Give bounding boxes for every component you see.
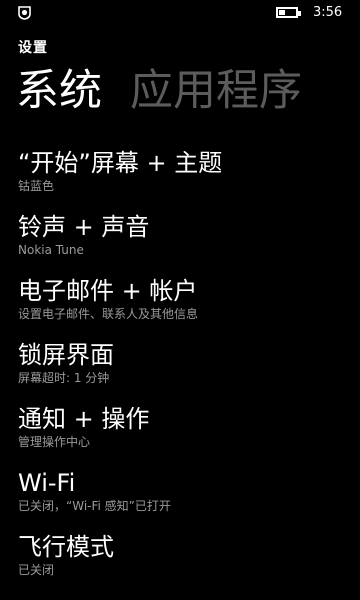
battery-level [279, 10, 285, 15]
status-bar: 3:56 [0, 0, 360, 26]
tab-applications[interactable]: 应用程序 [130, 66, 302, 116]
setting-item-subtitle: 已关闭 [18, 563, 55, 577]
setting-item-lock-screen[interactable]: 锁屏界面 屏幕超时: 1 分钟 [18, 340, 358, 386]
setting-item-title: 铃声 + 声音 [18, 213, 150, 241]
notification-shield-icon [18, 6, 31, 20]
setting-item-subtitle: Nokia Tune [18, 243, 84, 257]
setting-item-title: “开始”屏幕 + 主题 [18, 149, 223, 177]
setting-item-title: 电子邮件 + 帐户 [18, 277, 198, 305]
setting-item-wifi[interactable]: Wi-Fi 已关闭，“Wi-Fi 感知”已打开 [18, 468, 358, 514]
setting-item-airplane-mode[interactable]: 飞行模式 已关闭 [18, 532, 358, 578]
setting-item-subtitle: 屏幕超时: 1 分钟 [18, 371, 110, 385]
pivot-header: 系统 应用程序 [16, 62, 330, 120]
setting-item-title: Wi-Fi [18, 469, 76, 497]
status-time: 3:56 [313, 5, 343, 20]
setting-item-title: 通知 + 操作 [18, 405, 150, 433]
setting-item-ringtones-sounds[interactable]: 铃声 + 声音 Nokia Tune [18, 212, 358, 258]
setting-item-title: 飞行模式 [18, 533, 114, 561]
battery-icon [276, 7, 301, 18]
tab-system[interactable]: 系统 [16, 66, 102, 116]
setting-item-notifications-actions[interactable]: 通知 + 操作 管理操作中心 [18, 404, 358, 450]
setting-item-subtitle: 管理操作中心 [18, 435, 91, 449]
setting-item-start-theme[interactable]: “开始”屏幕 + 主题 钴蓝色 [18, 148, 358, 194]
app-title: 设置 [18, 40, 48, 56]
setting-item-subtitle: 已关闭，“Wi-Fi 感知”已打开 [18, 499, 171, 513]
setting-item-subtitle: 钴蓝色 [18, 179, 55, 193]
setting-item-subtitle: 设置电子邮件、联系人及其他信息 [18, 307, 199, 321]
setting-item-title: 锁屏界面 [18, 341, 114, 369]
setting-item-email-accounts[interactable]: 电子邮件 + 帐户 设置电子邮件、联系人及其他信息 [18, 276, 358, 322]
